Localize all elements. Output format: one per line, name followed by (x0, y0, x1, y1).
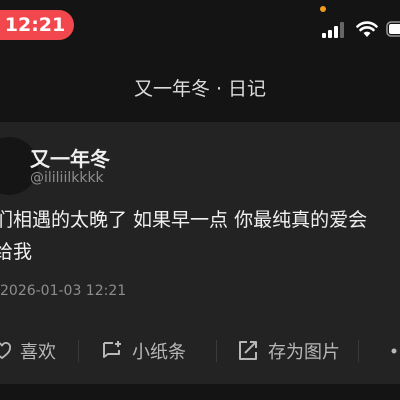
add-note-icon (103, 341, 121, 358)
wifi-icon (356, 21, 378, 37)
status-time: 12:21 (0, 10, 74, 40)
save-image-button[interactable]: 存为图片 (236, 330, 340, 372)
page-title: 又一年冬 · 日记 (133, 78, 267, 100)
note-label: 小纸条 (132, 342, 186, 363)
more-icon[interactable] (374, 344, 400, 358)
action-divider (216, 340, 217, 362)
battery-icon (386, 21, 400, 37)
like-button[interactable]: 喜欢 (0, 330, 56, 372)
action-divider (358, 340, 359, 362)
heart-icon (0, 342, 11, 360)
note-button[interactable]: 小纸条 (100, 330, 186, 372)
action-bar: 喜欢 小纸条 存为图片 (0, 330, 400, 372)
save-image-label: 存为图片 (268, 342, 340, 363)
share-image-icon (239, 341, 257, 360)
action-divider (78, 340, 79, 362)
cellular-signal-icon (322, 22, 344, 38)
status-bar: 12:21 (0, 0, 400, 58)
post-body: 们相遇的太晚了 如果早一点 你最纯真的爱会 给我 (0, 209, 368, 263)
author-handle: @ililiilkkkk (30, 170, 104, 186)
post-timestamp: 2026-01-03 12:21 (0, 283, 127, 299)
like-label: 喜欢 (20, 342, 56, 363)
privacy-indicator-dot (320, 6, 326, 12)
author-name[interactable]: 又一年冬 (30, 143, 110, 172)
